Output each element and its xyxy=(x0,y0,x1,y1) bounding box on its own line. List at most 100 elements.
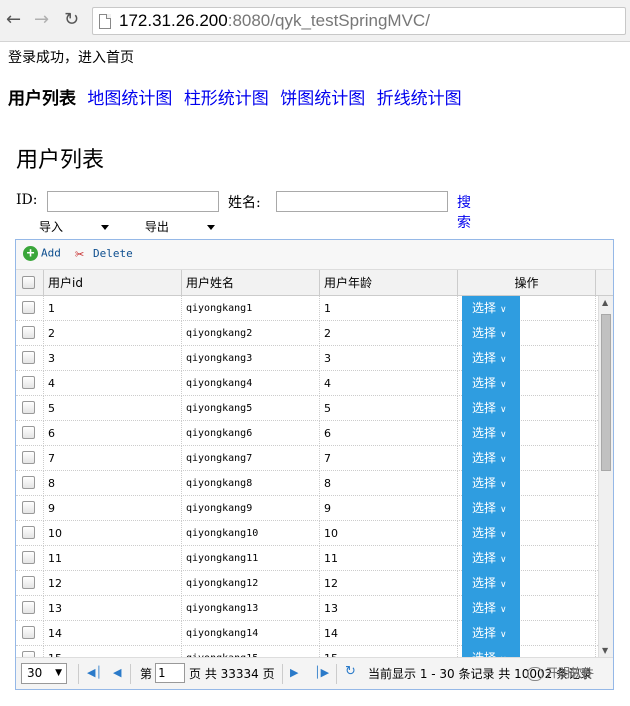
select-action-button[interactable]: 选择∨ xyxy=(462,471,520,496)
cell-name: qiyongkang15 xyxy=(182,646,320,657)
chevron-down-icon: ∨ xyxy=(500,505,507,515)
first-page-icon[interactable]: ◀│ xyxy=(87,666,102,679)
table-row[interactable]: 9 qiyongkang9 9 选择 ∨ xyxy=(16,496,598,521)
scroll-down-icon[interactable]: ▼ xyxy=(602,646,608,655)
select-action-button[interactable]: 选择∨ xyxy=(462,396,520,421)
row-checkbox[interactable] xyxy=(22,451,35,464)
select-action-button[interactable]: 选择∨ xyxy=(462,421,520,446)
table-row[interactable]: 11 qiyongkang11 11 选择 ∨ xyxy=(16,546,598,571)
row-checkbox[interactable] xyxy=(22,301,35,314)
row-checkbox[interactable] xyxy=(22,626,35,639)
cell-age: 5 xyxy=(320,396,458,421)
cell-name: qiyongkang3 xyxy=(182,346,320,371)
scroll-up-icon[interactable]: ▲ xyxy=(602,298,608,307)
table-row[interactable]: 7 qiyongkang7 7 选择 ∨ xyxy=(16,446,598,471)
cell-age: 13 xyxy=(320,596,458,621)
nav-line-chart[interactable]: 折线统计图 xyxy=(377,89,462,109)
row-checkbox[interactable] xyxy=(22,576,35,589)
select-action-button[interactable]: 选择∨ xyxy=(462,546,520,571)
row-checkbox[interactable] xyxy=(22,376,35,389)
export-menu[interactable]: 导出 xyxy=(145,220,215,234)
select-action-label: 选择 xyxy=(472,351,497,365)
table-row[interactable]: 1 qiyongkang1 1 选择 ∨ xyxy=(16,296,598,321)
select-action-button[interactable]: 选择∨ xyxy=(462,571,520,596)
prev-page-icon[interactable]: ◀ xyxy=(113,666,121,679)
col-header-id[interactable]: 用户id xyxy=(44,270,182,296)
dropdown-arrow-icon: ▼ xyxy=(55,668,62,678)
scroll-thumb[interactable] xyxy=(601,314,611,471)
select-action-label: 选择 xyxy=(472,501,497,515)
nav-map-chart[interactable]: 地图统计图 xyxy=(87,89,172,109)
row-checkbox[interactable] xyxy=(22,601,35,614)
select-action-button[interactable]: 选择∨ xyxy=(462,346,520,371)
row-checkbox[interactable] xyxy=(22,351,35,364)
name-input[interactable] xyxy=(276,191,448,212)
delete-button[interactable]: ✂ Delete xyxy=(75,246,133,262)
select-action-button[interactable]: 选择∨ xyxy=(462,596,520,621)
nav-pie-chart[interactable]: 饼图统计图 xyxy=(280,89,365,109)
table-row[interactable]: 6 qiyongkang6 6 选择 ∨ xyxy=(16,421,598,446)
cell-name: qiyongkang4 xyxy=(182,371,320,396)
row-checkbox[interactable] xyxy=(22,401,35,414)
chevron-down-icon: ∨ xyxy=(500,405,507,415)
export-label: 导出 xyxy=(144,220,169,234)
table-row[interactable]: 3 qiyongkang3 3 选择 ∨ xyxy=(16,346,598,371)
select-action-button[interactable]: 选择∨ xyxy=(462,446,520,471)
table-row[interactable]: 8 qiyongkang8 8 选择 ∨ xyxy=(16,471,598,496)
search-button[interactable]: 搜索 xyxy=(457,192,471,232)
select-action-button[interactable]: 选择∨ xyxy=(462,521,520,546)
select-all-checkbox[interactable] xyxy=(22,276,35,289)
cell-age: 2 xyxy=(320,321,458,346)
next-page-icon[interactable]: ▶ xyxy=(290,666,298,679)
reload-icon[interactable]: ↻ xyxy=(64,9,79,31)
row-checkbox-cell xyxy=(16,396,44,421)
select-action-button[interactable]: 选择∨ xyxy=(462,496,520,521)
col-header-name[interactable]: 用户姓名 xyxy=(182,270,320,296)
select-action-button[interactable]: 选择∨ xyxy=(462,321,520,346)
nav-bar-chart[interactable]: 柱形统计图 xyxy=(184,89,269,109)
arrow-left-icon[interactable]: ← xyxy=(6,9,21,31)
name-label: 姓名: xyxy=(228,195,261,211)
login-message: 登录成功，进入首页 xyxy=(8,50,134,66)
row-checkbox[interactable] xyxy=(22,526,35,539)
row-checkbox[interactable] xyxy=(22,326,35,339)
cell-name: qiyongkang12 xyxy=(182,571,320,596)
table-row[interactable]: 5 qiyongkang5 5 选择 ∨ xyxy=(16,396,598,421)
nav-user-list[interactable]: 用户列表 xyxy=(8,89,76,109)
id-label: ID: xyxy=(16,192,38,208)
table-row[interactable]: 4 qiyongkang4 4 选择 ∨ xyxy=(16,371,598,396)
chevron-down-icon: ∨ xyxy=(500,580,507,590)
table-row[interactable]: 15qiyongkang1515 选择∨ xyxy=(16,646,598,657)
last-page-icon[interactable]: │▶ xyxy=(314,666,329,679)
row-checkbox[interactable] xyxy=(22,426,35,439)
add-button[interactable]: + Add xyxy=(23,246,61,261)
page-size-select[interactable]: 30 ▼ xyxy=(21,663,67,684)
row-checkbox[interactable] xyxy=(22,501,35,514)
row-checkbox-cell xyxy=(16,521,44,546)
row-checkbox[interactable] xyxy=(22,476,35,489)
url-path: :8080/qyk_testSpringMVC/ xyxy=(227,11,430,30)
vertical-scrollbar[interactable]: ▲ ▼ xyxy=(598,296,613,657)
select-action-button[interactable]: 选择∨ xyxy=(462,296,520,321)
url-host: 172.31.26.200 xyxy=(119,11,228,30)
arrow-right-icon[interactable]: → xyxy=(34,9,49,31)
select-action-button[interactable]: 选择∨ xyxy=(462,371,520,396)
page-number-input[interactable]: 1 xyxy=(155,663,185,683)
address-bar[interactable]: 172.31.26.200:8080/qyk_testSpringMVC/ xyxy=(92,7,626,35)
table-row[interactable]: 2 qiyongkang2 2 选择 ∨ xyxy=(16,321,598,346)
table-row[interactable]: 13 qiyongkang13 13 选择 ∨ xyxy=(16,596,598,621)
cell-id: 12 xyxy=(44,571,182,596)
col-header-age[interactable]: 用户年龄 xyxy=(320,270,458,296)
id-input[interactable] xyxy=(47,191,219,212)
grid-header: 用户id 用户姓名 用户年龄 操作 xyxy=(16,270,613,296)
table-row[interactable]: 12 qiyongkang12 12 选择 ∨ xyxy=(16,571,598,596)
import-export-menus: 导入 导出 xyxy=(39,218,247,235)
row-checkbox[interactable] xyxy=(22,551,35,564)
select-action-button[interactable]: 选择∨ xyxy=(462,646,520,657)
select-action-button[interactable]: 选择∨ xyxy=(462,621,520,646)
import-menu[interactable]: 导入 xyxy=(39,220,110,234)
table-row[interactable]: 14 qiyongkang14 14 选择 ∨ xyxy=(16,621,598,646)
table-row[interactable]: 10 qiyongkang10 10 选择 ∨ xyxy=(16,521,598,546)
url-text[interactable]: 172.31.26.200:8080/qyk_testSpringMVC/ xyxy=(119,8,430,34)
refresh-icon[interactable]: ↻ xyxy=(345,664,356,679)
